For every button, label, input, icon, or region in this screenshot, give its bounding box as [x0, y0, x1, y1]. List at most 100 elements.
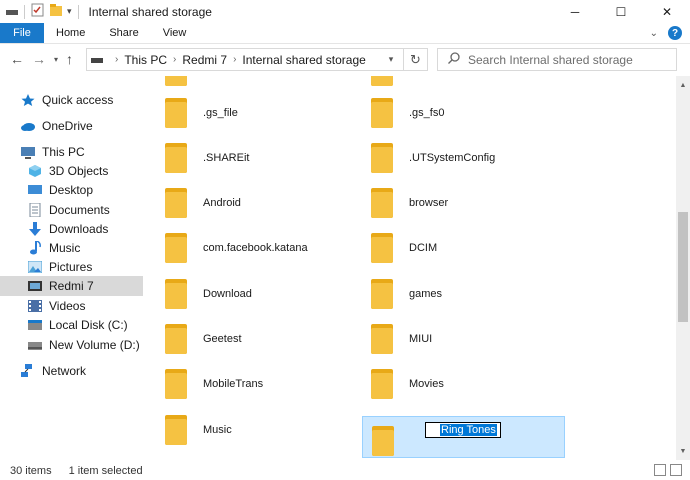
new-folder-icon[interactable] — [49, 3, 63, 20]
tab-share[interactable]: Share — [97, 23, 150, 43]
nav-item-downloads[interactable]: Downloads — [0, 219, 143, 239]
nav-label: Documents — [49, 203, 110, 217]
nav-item-this-pc[interactable]: This PC — [0, 142, 143, 162]
rename-input[interactable]: Ring Tones — [425, 422, 501, 438]
scroll-thumb[interactable] — [678, 212, 688, 322]
up-arrow-icon[interactable]: ↑ — [66, 51, 73, 67]
nav-label: Pictures — [49, 260, 93, 274]
rename-text: Ring Tones — [440, 424, 497, 436]
forward-arrow-icon[interactable]: → — [32, 51, 46, 67]
nav-item-redmi-7[interactable]: Redmi 7 — [0, 276, 143, 296]
scroll-up-icon[interactable]: ▲ — [676, 78, 690, 92]
file-list: .gs_file .gs_fs0 .SHAREit .UTSystemConfi… — [143, 76, 676, 460]
folder-icon — [371, 143, 393, 173]
vertical-scrollbar[interactable]: ▲ ▼ — [676, 76, 690, 460]
folder-item-selected[interactable]: Ring Tones — [362, 416, 565, 458]
tab-view[interactable]: View — [151, 23, 199, 43]
folder-item[interactable]: com.facebook.katana — [143, 227, 346, 269]
folder-icon — [371, 279, 393, 309]
scroll-down-icon[interactable]: ▼ — [676, 444, 690, 458]
nav-item-quick-access[interactable]: Quick access — [0, 90, 143, 110]
nav-item-desktop[interactable]: Desktop — [0, 180, 143, 200]
refresh-icon[interactable]: ↻ — [403, 49, 427, 70]
folder-item[interactable]: Movies — [349, 363, 552, 405]
view-switcher — [654, 464, 682, 476]
nav-item-local-disk-c[interactable]: Local Disk (C:) — [0, 315, 143, 335]
recent-locations-icon[interactable]: ▾ — [54, 55, 58, 64]
folder-name: .gs_fs0 — [409, 107, 445, 119]
chevron-right-icon[interactable]: › — [115, 54, 118, 65]
search-icon — [448, 52, 460, 67]
folder-icon — [165, 279, 187, 309]
video-icon — [27, 299, 43, 313]
close-button[interactable]: ✕ — [644, 0, 690, 23]
folder-item[interactable]: games — [349, 273, 552, 315]
folder-icon — [371, 76, 393, 86]
folder-item[interactable]: Music — [143, 409, 346, 451]
folder-icon — [165, 143, 187, 173]
nav-item-videos[interactable]: Videos — [0, 296, 143, 316]
properties-icon[interactable] — [31, 3, 45, 20]
nav-item-3d-objects[interactable]: 3D Objects — [0, 161, 143, 181]
breadcrumb-this-pc[interactable]: This PC — [124, 53, 167, 67]
folder-name: DCIM — [409, 242, 438, 254]
expand-ribbon-icon[interactable]: ⌄ — [650, 28, 658, 39]
cube-icon — [27, 164, 43, 178]
toolbar-divider — [77, 4, 79, 19]
toolbar-divider — [24, 4, 25, 19]
folder-name: MIUI — [409, 333, 433, 345]
desktop-icon — [27, 183, 43, 197]
phone-location-icon — [91, 56, 103, 64]
tab-home[interactable]: Home — [44, 23, 97, 43]
folder-icon — [165, 233, 187, 263]
breadcrumb-internal-storage[interactable]: Internal shared storage — [242, 53, 365, 67]
nav-label: OneDrive — [42, 119, 93, 133]
nav-label: New Volume (D:) — [49, 338, 140, 352]
nav-item-documents[interactable]: Documents — [0, 200, 143, 220]
folder-icon — [371, 233, 393, 263]
nav-item-network[interactable]: Network — [0, 361, 143, 381]
help-icon[interactable]: ? — [668, 26, 682, 40]
nav-item-pictures[interactable]: Pictures — [0, 257, 143, 277]
nav-label: Music — [49, 241, 81, 255]
status-bar: 30 items 1 item selected — [0, 461, 690, 480]
folder-name: Download — [203, 288, 252, 300]
folder-item-partial[interactable] — [349, 76, 552, 92]
folder-item[interactable]: Geetest — [143, 318, 346, 360]
search-box[interactable]: Search Internal shared storage — [437, 48, 677, 71]
folder-name: .UTSystemConfig — [409, 152, 496, 164]
nav-item-new-volume-d[interactable]: New Volume (D:) — [0, 335, 143, 355]
nav-item-onedrive[interactable]: OneDrive — [0, 116, 143, 136]
folder-item-partial[interactable] — [143, 76, 346, 92]
folder-item[interactable]: MIUI — [349, 318, 552, 360]
folder-name: MobileTrans — [203, 378, 264, 390]
item-count: 30 items — [10, 464, 52, 477]
drive-icon — [27, 318, 43, 332]
folder-icon — [165, 76, 187, 86]
address-dropdown-icon[interactable]: ▾ — [381, 49, 401, 70]
folder-item[interactable]: Android — [143, 182, 346, 224]
customize-toolbar-icon[interactable]: ▾ — [67, 6, 72, 17]
breadcrumb-redmi-7[interactable]: Redmi 7 — [182, 53, 227, 67]
folder-icon — [371, 98, 393, 128]
folder-item[interactable]: .UTSystemConfig — [349, 137, 552, 179]
maximize-button[interactable]: ☐ — [598, 0, 644, 23]
details-view-icon[interactable] — [654, 464, 666, 476]
drive-icon — [6, 5, 18, 19]
minimize-button[interactable]: ─ — [552, 0, 598, 23]
folder-item[interactable]: .SHAREit — [143, 137, 346, 179]
folder-item[interactable]: MobileTrans — [143, 363, 346, 405]
nav-item-music[interactable]: Music — [0, 238, 143, 258]
folder-item[interactable]: browser — [349, 182, 552, 224]
folder-item[interactable]: Download — [143, 273, 346, 315]
nav-label: Videos — [49, 299, 86, 313]
address-bar[interactable]: › This PC › Redmi 7 › Internal shared st… — [86, 48, 428, 71]
back-arrow-icon[interactable]: ← — [10, 51, 24, 67]
large-icons-view-icon[interactable] — [670, 464, 682, 476]
folder-item[interactable]: DCIM — [349, 227, 552, 269]
folder-item[interactable]: .gs_fs0 — [349, 92, 552, 134]
file-tab[interactable]: File — [0, 23, 44, 43]
folder-item[interactable]: .gs_file — [143, 92, 346, 134]
chevron-right-icon[interactable]: › — [173, 54, 176, 65]
chevron-right-icon[interactable]: › — [233, 54, 236, 65]
